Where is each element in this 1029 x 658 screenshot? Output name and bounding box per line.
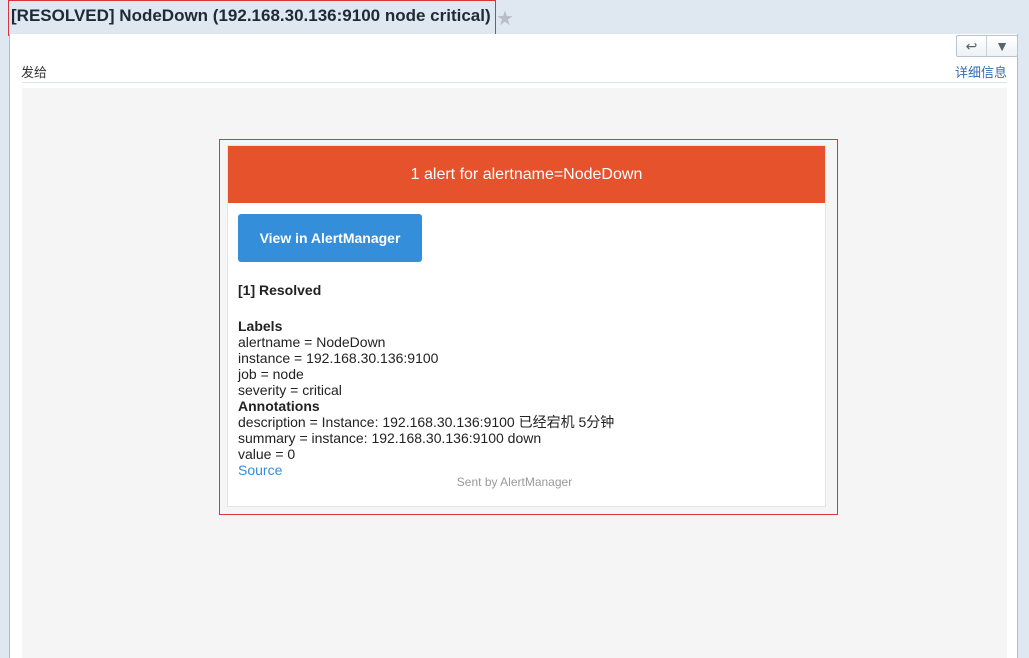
label-job: job = node (238, 366, 304, 382)
view-in-alertmanager-button[interactable]: View in AlertManager (238, 214, 422, 262)
label-instance: instance = 192.168.30.136:9100 (238, 350, 439, 366)
email-body: 1 alert for alertname=NodeDown View in A… (22, 88, 1007, 658)
resolved-heading: [1] Resolved (238, 282, 322, 298)
reply-icon[interactable]: ↩ (957, 36, 988, 56)
from-label: 发给 (21, 65, 48, 80)
label-alertname: alertname = NodeDown (238, 334, 386, 350)
email-subject: [RESOLVED] NodeDown (192.168.30.136:9100… (11, 6, 491, 25)
subject-bar: [RESOLVED] NodeDown (192.168.30.136:9100… (0, 0, 1029, 36)
labels-heading: Labels (238, 318, 283, 334)
chevron-down-icon[interactable]: ▼ (987, 36, 1017, 56)
annotations-heading: Annotations (238, 398, 320, 414)
annotation-description: description = Instance: 192.168.30.136:9… (238, 414, 615, 430)
alert-header: 1 alert for alertname=NodeDown (228, 146, 825, 203)
email-reader: ↩ ▼ 发给 详细信息 1 alert for alertname=NodeDo… (9, 34, 1018, 658)
header-divider (22, 82, 1007, 83)
details-link[interactable]: 详细信息 (955, 62, 1007, 81)
annotation-summary: summary = instance: 192.168.30.136:9100 … (238, 430, 542, 446)
label-severity: severity = critical (238, 382, 342, 398)
reply-toolbar: ↩ ▼ (956, 35, 1018, 57)
star-icon[interactable]: ★ (496, 6, 514, 31)
email-footer: Sent by AlertManager (456, 475, 573, 489)
alert-details: [1] Resolved Labels alertname = NodeDown… (238, 282, 808, 478)
alert-card: 1 alert for alertname=NodeDown View in A… (227, 145, 826, 507)
annotation-value: value = 0 (238, 446, 296, 462)
